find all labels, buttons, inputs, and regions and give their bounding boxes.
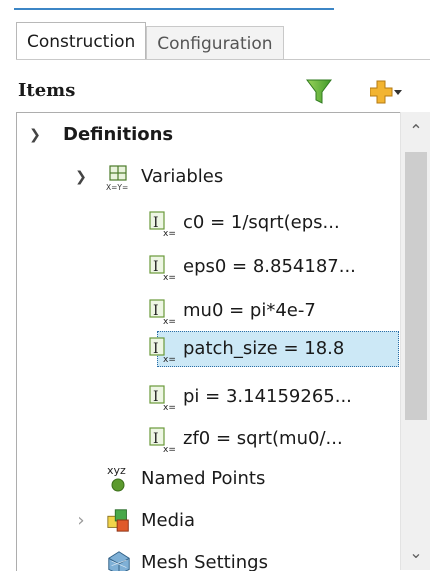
add-plus-icon[interactable] [370,80,402,106]
tab-construction[interactable]: Construction [16,22,147,60]
svg-text:x=: x= [163,229,176,237]
tree-item-variable[interactable]: I x= c0 = 1/sqrt(eps... [17,203,397,243]
tree-item-variable[interactable]: I x= zf0 = sqrt(mu0/... [17,419,397,459]
items-tree: ❯ Definitions ❯ X=Y= Variables I x= c0 =… [16,112,401,571]
svg-text:I: I [153,303,159,319]
variable-icon: I x= [149,255,176,281]
tree-item-variable[interactable]: I x= pi = 3.14159265... [17,377,397,417]
top-accent-line [14,8,334,10]
variable-icon: I x= [149,299,176,325]
filter-funnel-icon[interactable] [306,78,332,106]
top-strip [0,0,430,14]
tree-item-label: zf0 = sqrt(mu0/... [183,428,343,449]
tree-item-variables[interactable]: ❯ X=Y= Variables [17,157,397,197]
tree-item-label: Definitions [63,124,174,145]
tree-item-definitions[interactable]: ❯ Definitions [17,115,397,155]
svg-text:I: I [153,389,159,405]
named-points-icon-text: xyz [107,464,126,477]
scroll-thumb[interactable] [405,152,427,420]
tree-item-label: patch_size = 18.8 [183,338,345,359]
tree-item-label: eps0 = 8.854187... [183,256,356,277]
svg-text:x=: x= [163,317,176,325]
tree-item-variable[interactable]: I x= mu0 = pi*4e-7 [17,291,397,331]
chevron-right-icon[interactable]: › [71,501,91,541]
svg-text:x=: x= [163,273,176,281]
tree-item-label: Media [141,510,196,531]
scroll-down-icon[interactable]: ⌄ [401,538,430,568]
svg-text:X=Y=: X=Y= [106,183,128,191]
svg-text:I: I [153,431,159,447]
vertical-scrollbar[interactable]: ⌃ ⌄ [400,112,430,570]
tab-bar: Construction Configuration [16,22,284,60]
items-header: Items [18,76,430,110]
tree-item-label: pi = 3.14159265... [183,386,352,407]
scroll-up-icon[interactable]: ⌃ [401,116,430,146]
chevron-down-icon[interactable]: ❯ [25,115,45,155]
tree-item-variable[interactable]: I x= eps0 = 8.854187... [17,247,397,287]
variables-icon: X=Y= [106,165,128,191]
svg-text:x=: x= [163,445,176,453]
tree-item-variable-selected[interactable]: I x= patch_size = 18.8 [17,329,397,369]
variable-icon: I x= [149,337,176,363]
tree-item-media[interactable]: › Media [17,501,397,541]
mesh-settings-icon [108,551,130,571]
tab-divider [16,59,430,60]
tab-configuration[interactable]: Configuration [146,26,284,60]
chevron-down-icon[interactable]: ❯ [71,157,91,197]
variable-icon: I x= [149,427,176,453]
svg-text:x=: x= [163,355,176,363]
svg-text:I: I [153,215,159,231]
tree-item-label: Variables [141,166,224,187]
svg-text:I: I [153,259,159,275]
items-title: Items [18,80,76,101]
tree-item-label: mu0 = pi*4e-7 [183,300,316,321]
variable-icon: I x= [149,211,176,237]
media-icon [107,509,129,532]
tree-item-label: Named Points [141,468,266,489]
svg-text:I: I [153,341,159,357]
svg-text:x=: x= [163,403,176,411]
tree-item-label: c0 = 1/sqrt(eps... [183,212,340,233]
tree-item-label: Mesh Settings [141,552,268,571]
named-points-icon: xyz [107,464,126,492]
tree-item-named-points[interactable]: xyz Named Points [17,459,397,499]
tree-item-mesh-settings[interactable]: Mesh Settings [17,543,397,571]
variable-icon: I x= [149,385,176,411]
